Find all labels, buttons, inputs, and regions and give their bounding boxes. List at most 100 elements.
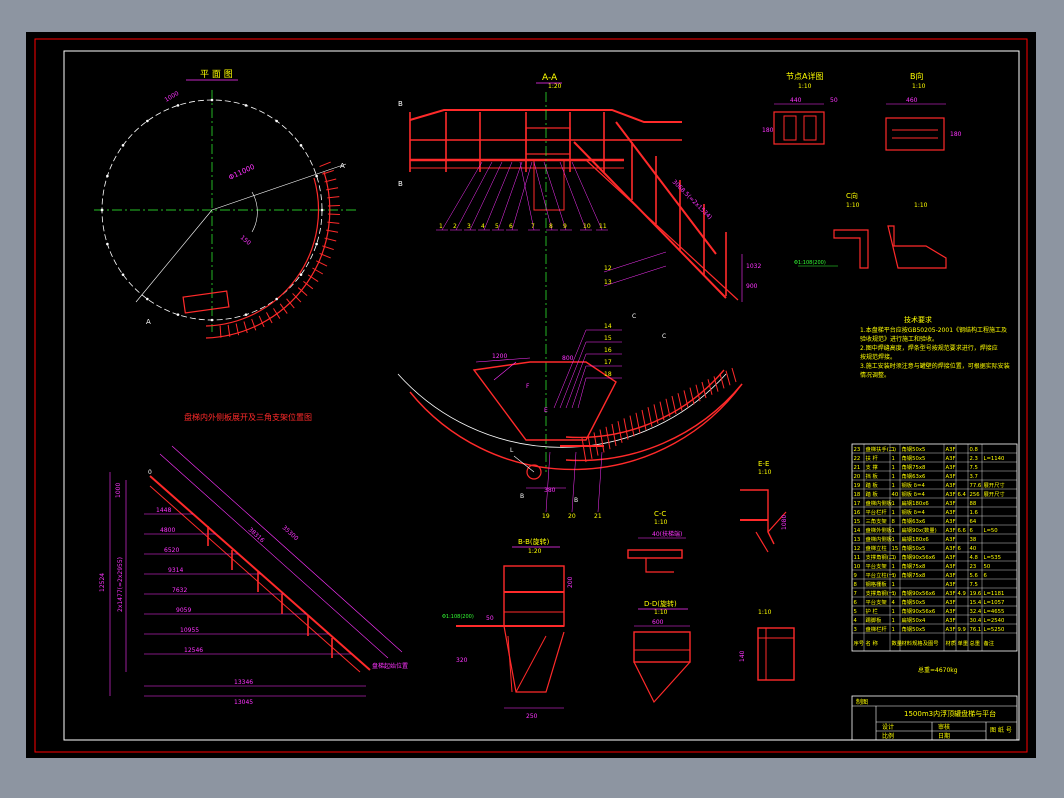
parts-table-cell: 扁钢50x4: [902, 616, 926, 624]
parts-table-cell: 32.4: [970, 609, 982, 615]
parts-table-cell: L=1140: [984, 456, 1005, 462]
mid-stair-rung: [731, 367, 737, 383]
parts-table-cell: A3F: [946, 474, 956, 480]
parts-table-cell: 扶 杆: [866, 454, 879, 462]
parts-table-cell: L=4655: [984, 609, 1005, 615]
parts-table-cell: 20: [854, 474, 861, 480]
aa-callout-label: 6: [509, 223, 513, 230]
plan-bolt-mark: [315, 174, 318, 178]
section-cc-view: C-C 1:10 40(扶梯端): [627, 510, 686, 573]
notes-title: 技术要求: [904, 315, 932, 324]
plan-bolt-mark: [146, 119, 149, 123]
parts-table-cell: 4: [854, 618, 858, 624]
parts-table-cell: 1: [892, 528, 895, 534]
mid-callout-label: 14: [604, 323, 612, 330]
parts-table-cell: 1: [892, 618, 895, 624]
cad-drawing: 平 面 图 Φ11000 1000 150 A A A-A 1:20 1 2 3…: [34, 38, 1028, 753]
drawing-title: 1500m3内浮顶罐盘梯与平台: [904, 709, 996, 718]
aa-leader-line: [533, 161, 553, 231]
svg-text:B: B: [574, 497, 578, 504]
parts-table-cell: 7.5: [970, 582, 978, 588]
parts-table-cell: 盘梯内侧板: [866, 535, 893, 543]
svg-text:情况调整。: 情况调整。: [860, 371, 890, 379]
parts-table-cell: 1: [892, 537, 895, 543]
parts-table-cell: 19.6: [970, 591, 982, 597]
svg-text:320: 320: [456, 657, 468, 664]
svg-text:1080: 1080: [781, 515, 788, 530]
parts-table-cell: 8: [854, 582, 858, 588]
parts-table-cell: A3F: [946, 618, 956, 624]
plan-stair-rung: [319, 161, 331, 168]
aa-callout-label: 13: [604, 279, 612, 286]
svg-text:180: 180: [762, 127, 774, 134]
svg-text:图 纸 号: 图 纸 号: [990, 726, 1012, 734]
unfold-step-label: 9314: [168, 567, 183, 574]
cad-viewport[interactable]: 平 面 图 Φ11000 1000 150 A A A-A 1:20 1 2 3…: [26, 32, 1036, 758]
unfold-step-label: 1448: [156, 507, 171, 514]
parts-table-cell: 8: [892, 519, 896, 525]
svg-text:1:10: 1:10: [912, 83, 926, 90]
parts-table-cell: 5: [854, 609, 857, 615]
parts-table-cell: A3F: [946, 483, 956, 489]
mid-callout-label: 17: [604, 359, 612, 366]
parts-table-header-cell: 备注: [984, 639, 995, 647]
parts-table-cell: 15: [854, 519, 861, 525]
parts-table-cell: 钢板 δ=4: [902, 490, 926, 498]
plan-radius-dim: Φ11000: [227, 163, 256, 182]
mid-callout-label: 18: [604, 371, 612, 378]
parts-table-cell: A3F: [946, 456, 956, 462]
svg-text:按规范焊接。: 按规范焊接。: [860, 353, 896, 361]
aa-diag-dim: 3068.5(=2x1534): [671, 178, 714, 221]
plan-bolt-mark: [121, 273, 125, 276]
plan-angle-dim: 150: [239, 234, 252, 247]
parts-table-cell: 6: [854, 600, 858, 606]
svg-text:2x1477(=2x2955): 2x1477(=2x2955): [117, 557, 124, 612]
svg-text:Φ1:108(200): Φ1:108(200): [794, 260, 826, 266]
plan-stair-rung: [219, 325, 222, 338]
section-dd-view: D-D(旋转) 1:10 600: [633, 599, 691, 704]
parts-table-cell: 角钢90x56x6: [902, 607, 936, 615]
parts-table-cell: 平台栏杆: [866, 508, 888, 516]
svg-text:C: C: [632, 313, 636, 320]
aa-callout-label: 4: [481, 223, 485, 230]
parts-table-cell: 平台支架: [866, 598, 888, 606]
mid-stair-rung: [635, 412, 641, 434]
title-block: 制图 1500m3内浮顶罐盘梯与平台 设计 审核 比例 日期 图 纸 号: [851, 695, 1018, 741]
aa-b-label: B: [398, 100, 403, 108]
parts-table-cell: L=535: [984, 555, 1002, 561]
mid-stair-rung: [725, 370, 731, 386]
mid-stair-rung: [629, 415, 635, 437]
parts-table-cell: 76.1: [970, 627, 982, 633]
svg-text:13045: 13045: [234, 699, 253, 706]
svg-text:1:10: 1:10: [654, 609, 668, 616]
parts-table-cell: 1: [892, 510, 895, 516]
svg-text:13346: 13346: [234, 679, 253, 686]
plan-bolt-mark: [106, 174, 109, 178]
svg-text:460: 460: [906, 97, 918, 104]
parts-table-cell: A3F: [946, 600, 956, 606]
parts-table-cell: 盘梯内侧板: [866, 499, 893, 507]
plan-title: 平 面 图: [200, 69, 233, 80]
unfold-title: 盘梯内外侧板展开及三角支架位置图: [184, 412, 312, 422]
svg-text:1:10: 1:10: [914, 202, 928, 209]
svg-text:38316: 38316: [247, 526, 266, 544]
aa-leader-line: [497, 161, 523, 231]
aa-leader-line: [571, 161, 603, 231]
parts-table-cell: 6: [958, 546, 962, 552]
section-aa-view: A-A 1:20 1 2 3 4 5 6 7 8 9 10 111213 3068.5(=2x153…: [398, 73, 761, 472]
aa-leader-line: [441, 161, 483, 231]
parts-table-cell: 扁钢180x6: [902, 499, 930, 507]
node-a-detail: 节点A详图 1:10 440 180 50 B向 1:10 460 180 C向…: [762, 71, 962, 269]
plan-stair-rung: [292, 293, 302, 303]
parts-table-cell: 角钢75x8: [902, 571, 926, 579]
parts-table-cell: 1: [892, 564, 895, 570]
svg-text:800: 800: [562, 355, 574, 362]
plan-bolt-mark: [146, 297, 149, 301]
svg-text:设计: 设计: [882, 723, 894, 731]
parts-table-cell: 角钢50x5: [902, 454, 926, 462]
unfold-step-label: 7632: [172, 587, 187, 594]
parts-table-cell: 256: [970, 492, 981, 498]
aa-callout-label: 3: [467, 223, 471, 230]
aa-callout-label: 1: [439, 223, 443, 230]
parts-table-cell: L=1057: [984, 600, 1005, 606]
